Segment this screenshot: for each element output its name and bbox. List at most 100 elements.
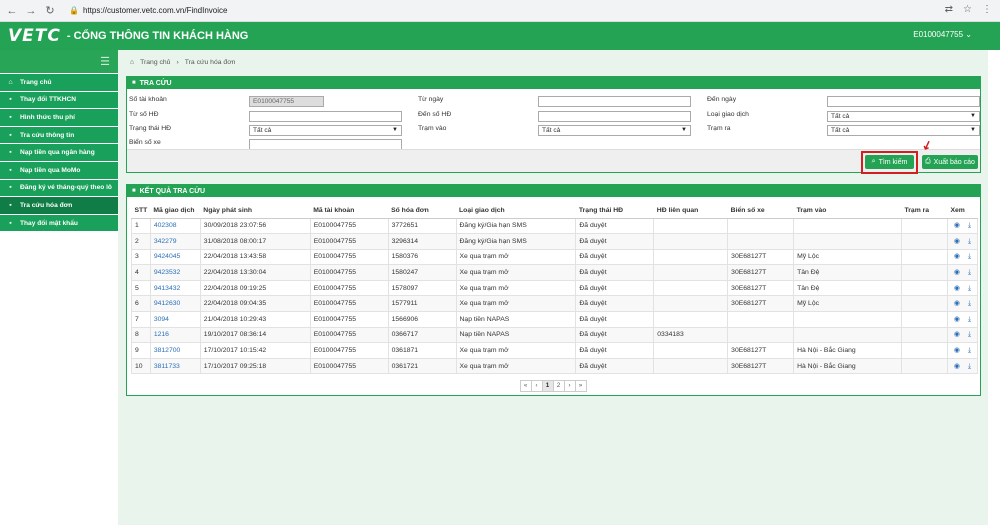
lock-icon: 🔒: [69, 6, 79, 15]
table-cell: [727, 311, 795, 328]
download-icon[interactable]: ⤓: [968, 238, 971, 245]
sidebar-item[interactable]: ▪ Hình thức thu phí: [0, 109, 118, 127]
table-cell: Tân Đệ: [793, 279, 902, 297]
forward-icon[interactable]: →: [24, 4, 38, 18]
invoice-icon: ▪: [9, 201, 12, 209]
transaction-link[interactable]: 9423532: [154, 269, 180, 276]
table-cell: Đã duyệt: [575, 311, 655, 328]
table-cell: Đăng ký/Gia hạn SMS: [455, 217, 577, 235]
translate-icon[interactable]: ⇄: [945, 4, 953, 15]
to-date-input[interactable]: [827, 96, 980, 107]
transaction-link[interactable]: 3811733: [154, 363, 180, 370]
eye-icon[interactable]: ◉: [954, 331, 960, 338]
sidebar-item[interactable]: ▪ Thay đổi mật khẩu: [0, 214, 118, 233]
table-cell: 3296314: [387, 233, 457, 250]
table-cell: Đã duyệt: [575, 264, 655, 281]
column-header: Mã giao dịch: [150, 203, 201, 219]
download-icon[interactable]: ⤓: [968, 347, 971, 354]
table-cell[interactable]: 342279: [149, 233, 201, 250]
address-bar[interactable]: 🔒 https://customer.vetc.com.vn/FindInvoi…: [69, 6, 227, 15]
sidebar-item[interactable]: ▪ Thay đổi TTKHCN: [0, 91, 118, 110]
transaction-type-select[interactable]: Tất cả ▼: [827, 111, 980, 122]
table-cell[interactable]: 3811733: [149, 357, 201, 375]
sidebar-item-label: Hình thức thu phí: [20, 113, 75, 121]
from-invoice-input[interactable]: [249, 111, 402, 122]
transaction-link[interactable]: 9412630: [154, 300, 180, 307]
table-cell: [901, 248, 948, 266]
table-cell[interactable]: 1216: [149, 326, 201, 344]
breadcrumb-current: Tra cứu hóa đơn: [184, 59, 236, 66]
download-icon[interactable]: ⤓: [968, 316, 971, 323]
transaction-link[interactable]: 3812700: [154, 347, 180, 354]
account-label: Số tài khoản: [129, 96, 167, 103]
station-out-select[interactable]: Tất cả ▼: [827, 125, 980, 136]
table-cell[interactable]: 9423532: [149, 264, 201, 281]
table-cell: Đã duyệt: [575, 279, 655, 297]
reload-icon[interactable]: ↻: [43, 4, 57, 18]
sidebar-item[interactable]: ⌂ Trang chủ: [0, 74, 118, 92]
column-header: STT: [131, 203, 151, 219]
sidebar-item[interactable]: ▪ Tra cứu hóa đơn: [0, 197, 118, 215]
transaction-link[interactable]: 9413432: [154, 285, 180, 292]
table-cell: 1578097: [387, 279, 457, 297]
table-cell[interactable]: 3812700: [149, 342, 201, 359]
page-button[interactable]: »: [574, 380, 587, 393]
menu-toggle-icon[interactable]: ☰: [0, 50, 118, 74]
export-report-button[interactable]: ⎙ Xuất báo cáo: [922, 155, 978, 169]
eye-icon[interactable]: ◉: [954, 347, 960, 354]
table-row: 1 402308 30/09/2018 23:07:56 E0100047755 377…: [131, 217, 979, 235]
transaction-link[interactable]: 1216: [154, 331, 169, 338]
star-icon[interactable]: ☆: [963, 4, 972, 15]
download-icon[interactable]: ⤓: [968, 253, 971, 260]
download-icon[interactable]: ⤓: [968, 331, 971, 338]
sidebar-item[interactable]: ▪ Nạp tiền qua ngân hàng: [0, 144, 118, 162]
results-panel: ■ KẾT QUẢ TRA CỨU STT Mã giao dịch Ngày ph…: [126, 184, 981, 396]
site-header: VETC - CỔNG THÔNG TIN KHÁCH HÀNG E010004…: [0, 22, 1000, 50]
sidebar-item-label: Thay đổi mật khẩu: [20, 219, 78, 227]
table-cell: 31/08/2018 08:00:17: [199, 233, 311, 250]
contract-status-select[interactable]: Tất cả ▼: [249, 125, 402, 136]
sidebar-item[interactable]: ▪ Nạp tiền qua MoMo: [0, 161, 118, 180]
caret-down-icon: ▼: [392, 127, 398, 133]
table-cell: Đăng ký/Gia hạn SMS: [455, 233, 577, 250]
table-cell[interactable]: 9412630: [149, 295, 201, 313]
station-in-select[interactable]: Tất cả ▼: [538, 125, 691, 136]
sidebar-item[interactable]: ▪ Đăng ký vé tháng-quý theo lô: [0, 179, 118, 198]
menu-icon[interactable]: ⋮: [982, 4, 992, 15]
eye-icon[interactable]: ◉: [954, 300, 960, 307]
eye-icon[interactable]: ◉: [954, 285, 960, 292]
download-icon[interactable]: ⤓: [968, 363, 971, 370]
download-icon[interactable]: ⤓: [968, 285, 971, 292]
eye-icon[interactable]: ◉: [954, 363, 960, 370]
to-invoice-input[interactable]: [538, 111, 691, 122]
account-menu[interactable]: E0100047755 ⌄: [913, 30, 972, 39]
table-cell[interactable]: 3094: [149, 311, 201, 328]
search-panel-header: ■ TRA CỨU: [127, 77, 980, 89]
from-date-input[interactable]: [538, 96, 691, 107]
eye-icon[interactable]: ◉: [954, 238, 960, 245]
sidebar-item[interactable]: ▪ Tra cứu thông tin: [0, 126, 118, 145]
row-actions: ◉ ⤓: [946, 326, 979, 344]
eye-icon[interactable]: ◉: [954, 253, 960, 260]
table-cell[interactable]: 9413432: [149, 279, 201, 297]
back-icon[interactable]: ←: [5, 4, 19, 18]
table-cell: 30E68127T: [727, 248, 795, 266]
transaction-link[interactable]: 3094: [154, 316, 169, 323]
transaction-link[interactable]: 402308: [154, 222, 177, 229]
download-icon[interactable]: ⤓: [968, 222, 971, 229]
eye-icon[interactable]: ◉: [954, 269, 960, 276]
breadcrumb-home[interactable]: Trang chủ: [140, 59, 170, 66]
search-button[interactable]: ⌕ Tìm kiếm: [865, 155, 914, 169]
transaction-link[interactable]: 342279: [154, 238, 177, 245]
download-icon[interactable]: ⤓: [968, 269, 971, 276]
eye-icon[interactable]: ◉: [954, 316, 960, 323]
table-cell: 0361871: [387, 342, 457, 359]
table-cell[interactable]: 402308: [149, 217, 201, 235]
download-icon[interactable]: ⤓: [968, 300, 971, 307]
transaction-link[interactable]: 9424045: [154, 253, 180, 260]
eye-icon[interactable]: ◉: [954, 222, 960, 229]
table-cell: [793, 217, 902, 235]
table-cell[interactable]: 9424045: [149, 248, 201, 266]
vetc-logo[interactable]: VETC: [8, 26, 61, 46]
table-cell: 22/04/2018 13:30:04: [199, 264, 311, 281]
